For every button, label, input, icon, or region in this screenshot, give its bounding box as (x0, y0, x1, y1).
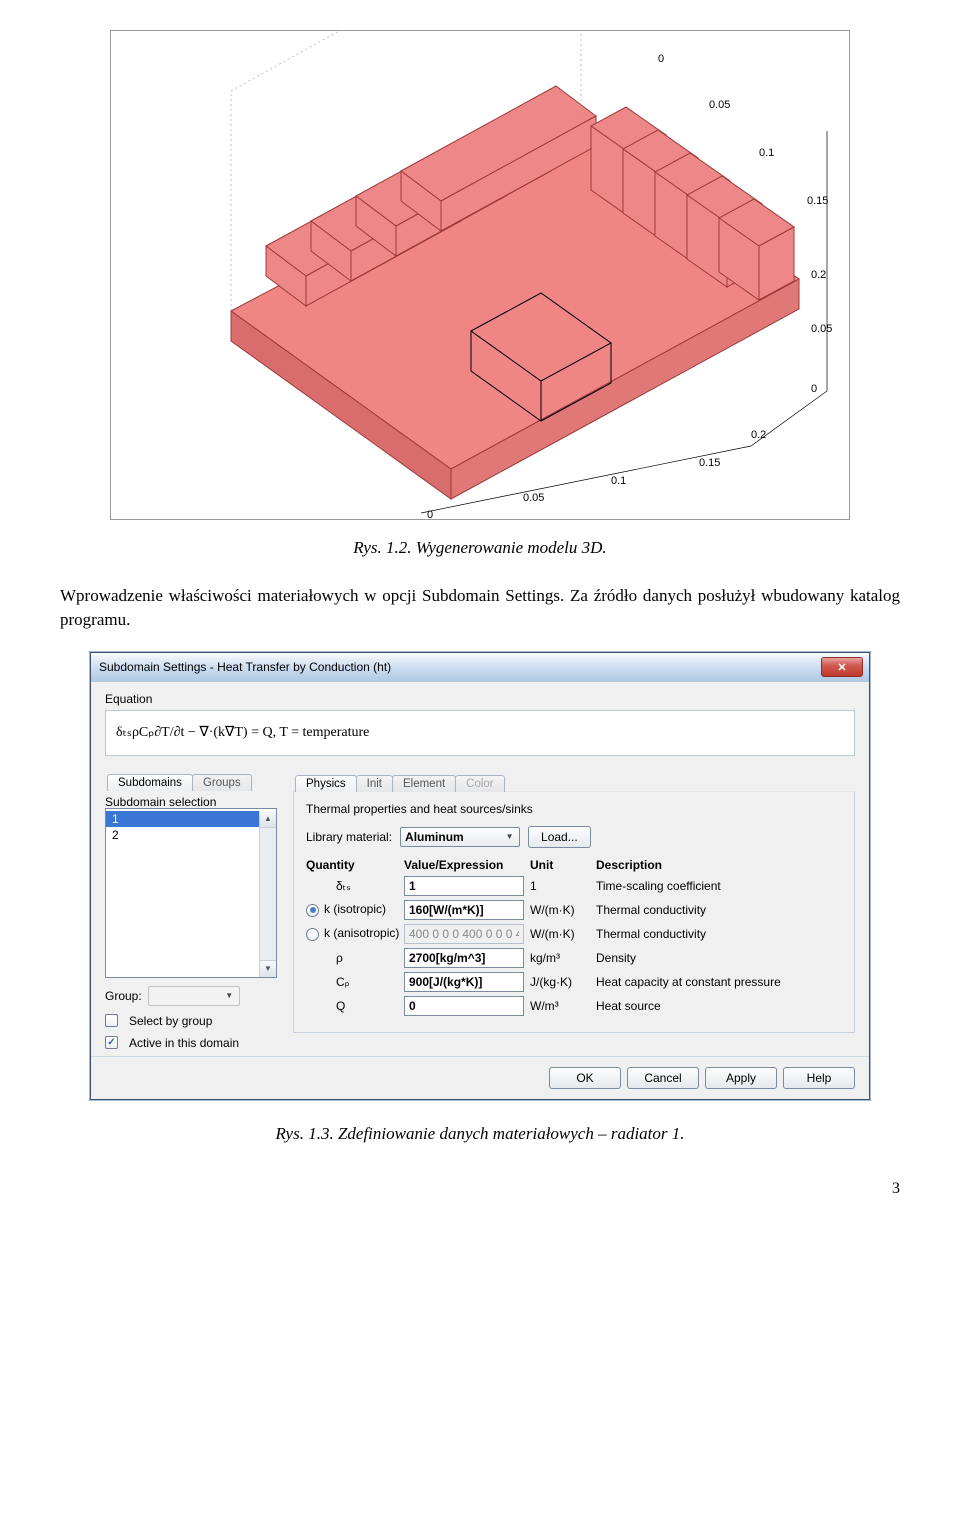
subdomain-selection-label: Subdomain selection (105, 795, 277, 809)
property-label: k (isotropic) (324, 902, 386, 916)
library-material-value: Aluminum (405, 830, 464, 844)
k-isotropic-radio[interactable] (306, 904, 319, 917)
load-button[interactable]: Load... (528, 826, 591, 848)
heatsink-svg (111, 31, 850, 520)
value-input[interactable] (404, 900, 524, 920)
list-item[interactable]: 1 (106, 811, 259, 827)
chevron-down-icon: ▼ (502, 830, 517, 844)
group-label: Group: (105, 989, 142, 1003)
help-button[interactable]: Help (783, 1067, 855, 1089)
property-desc: Time-scaling coefficient (596, 879, 842, 893)
property-unit: W/(m·K) (530, 903, 596, 917)
close-button[interactable]: ✕ (821, 657, 863, 677)
property-row: k (anisotropic) W/(m·K) Thermal conducti… (306, 924, 842, 944)
property-unit: J/(kg·K) (530, 975, 596, 989)
property-unit: W/(m·K) (530, 927, 596, 941)
physics-hint: Thermal properties and heat sources/sink… (306, 802, 842, 816)
axis-x-tick: 0.05 (523, 492, 544, 504)
value-input[interactable] (404, 972, 524, 992)
axis-x-tick: 0.1 (611, 475, 626, 487)
axis-x-tick: 0.15 (699, 457, 720, 469)
tab-physics[interactable]: Physics (295, 775, 357, 792)
axis-y2-tick: 0.2 (811, 269, 826, 281)
axis-z-tick: 0 (811, 383, 817, 395)
value-input[interactable] (404, 948, 524, 968)
property-label: Q (336, 999, 345, 1013)
property-label: ρ (336, 951, 343, 965)
body-paragraph: Wprowadzenie właściwości materiałowych w… (60, 584, 900, 632)
figure-caption-12: Rys. 1.2. Wygenerowanie modelu 3D. (60, 538, 900, 558)
property-desc: Thermal conductivity (596, 903, 842, 917)
property-label: δₜₛ (336, 879, 351, 893)
active-in-domain-label: Active in this domain (129, 1036, 239, 1050)
cancel-button[interactable]: Cancel (627, 1067, 699, 1089)
axis-y2-tick: 0.05 (709, 99, 730, 111)
subdomain-list[interactable]: 1 2 ▲ ▼ (105, 808, 277, 978)
equation-box: δₜₛρCₚ∂T/∂t − ∇·(k∇T) = Q, T = temperatu… (105, 710, 855, 756)
equation-text: δₜₛρCₚ∂T/∂t − ∇·(k∇T) = Q, T = temperatu… (116, 724, 369, 741)
group-dropdown: ▼ (148, 986, 240, 1006)
library-material-dropdown[interactable]: Aluminum ▼ (400, 827, 520, 847)
equation-label: Equation (105, 692, 855, 706)
tab-subdomains[interactable]: Subdomains (107, 774, 193, 791)
col-unit: Unit (530, 858, 596, 872)
value-input[interactable] (404, 996, 524, 1016)
scroll-up-icon[interactable]: ▲ (260, 811, 276, 828)
property-row: Cₚ J/(kg·K) Heat capacity at constant pr… (306, 972, 842, 992)
property-row: k (isotropic) W/(m·K) Thermal conductivi… (306, 900, 842, 920)
k-anisotropic-radio[interactable] (306, 928, 319, 941)
col-value: Value/Expression (404, 858, 530, 872)
active-in-domain-checkbox[interactable] (105, 1036, 118, 1049)
axis-z-tick: 0.05 (811, 323, 832, 335)
scrollbar[interactable]: ▲ ▼ (259, 811, 276, 977)
property-label: k (anisotropic) (324, 926, 399, 940)
tab-init[interactable]: Init (356, 775, 393, 792)
chevron-down-icon: ▼ (222, 989, 237, 1003)
axis-y2-tick: 0.15 (807, 195, 828, 207)
property-unit: W/m³ (530, 999, 596, 1013)
property-desc: Density (596, 951, 842, 965)
property-row: ρ kg/m³ Density (306, 948, 842, 968)
page-number: 3 (60, 1180, 900, 1198)
axis-y-tick: 0.2 (751, 429, 766, 441)
property-label: Cₚ (336, 975, 350, 989)
axis-x-tick: 0 (427, 509, 433, 520)
scroll-down-icon[interactable]: ▼ (260, 960, 276, 977)
dialog-footer: OK Cancel Apply Help (91, 1056, 869, 1099)
select-by-group-label: Select by group (129, 1014, 212, 1028)
right-tab-strip: Physics Init Element Color (293, 771, 855, 792)
property-desc: Thermal conductivity (596, 927, 842, 941)
col-quantity: Quantity (306, 858, 404, 872)
property-unit: kg/m³ (530, 951, 596, 965)
list-item[interactable]: 2 (106, 827, 259, 843)
property-row: δₜₛ 1 Time-scaling coefficient (306, 876, 842, 896)
value-input[interactable] (404, 876, 524, 896)
subdomain-settings-dialog: Subdomain Settings - Heat Transfer by Co… (90, 652, 870, 1100)
close-icon: ✕ (837, 661, 846, 674)
figure-caption-13: Rys. 1.3. Zdefiniowanie danych materiało… (60, 1124, 900, 1144)
tab-groups[interactable]: Groups (192, 774, 252, 791)
dialog-title: Subdomain Settings - Heat Transfer by Co… (99, 660, 821, 674)
apply-button[interactable]: Apply (705, 1067, 777, 1089)
value-input (404, 924, 524, 944)
axis-y2-tick: 0 (658, 53, 664, 65)
property-row: Q W/m³ Heat source (306, 996, 842, 1016)
library-material-label: Library material: (306, 830, 392, 844)
property-unit: 1 (530, 879, 596, 893)
property-desc: Heat source (596, 999, 842, 1013)
select-by-group-checkbox[interactable] (105, 1014, 118, 1027)
ok-button[interactable]: OK (549, 1067, 621, 1089)
col-description: Description (596, 858, 842, 872)
property-desc: Heat capacity at constant pressure (596, 975, 842, 989)
axis-y2-tick: 0.1 (759, 147, 774, 159)
dialog-titlebar[interactable]: Subdomain Settings - Heat Transfer by Co… (91, 652, 869, 682)
tab-element[interactable]: Element (392, 775, 456, 792)
tab-color: Color (455, 775, 504, 792)
left-tab-strip: Subdomains Groups (105, 770, 277, 791)
figure-3d-model: 0 0.05 0.1 0.15 0 0.05 0.2 0 0.05 0.1 0.… (110, 30, 850, 520)
